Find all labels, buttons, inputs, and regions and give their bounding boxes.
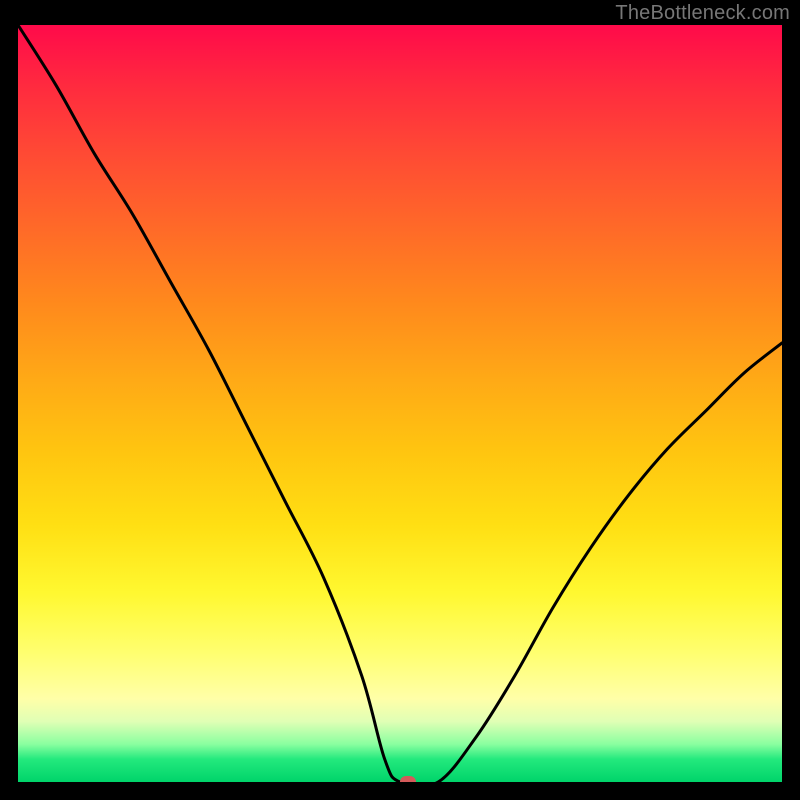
chart-frame: TheBottleneck.com <box>0 0 800 800</box>
watermark-text: TheBottleneck.com <box>615 2 790 25</box>
bottleneck-curve <box>18 25 782 782</box>
plot-area <box>18 25 782 782</box>
minimum-marker <box>400 776 416 782</box>
